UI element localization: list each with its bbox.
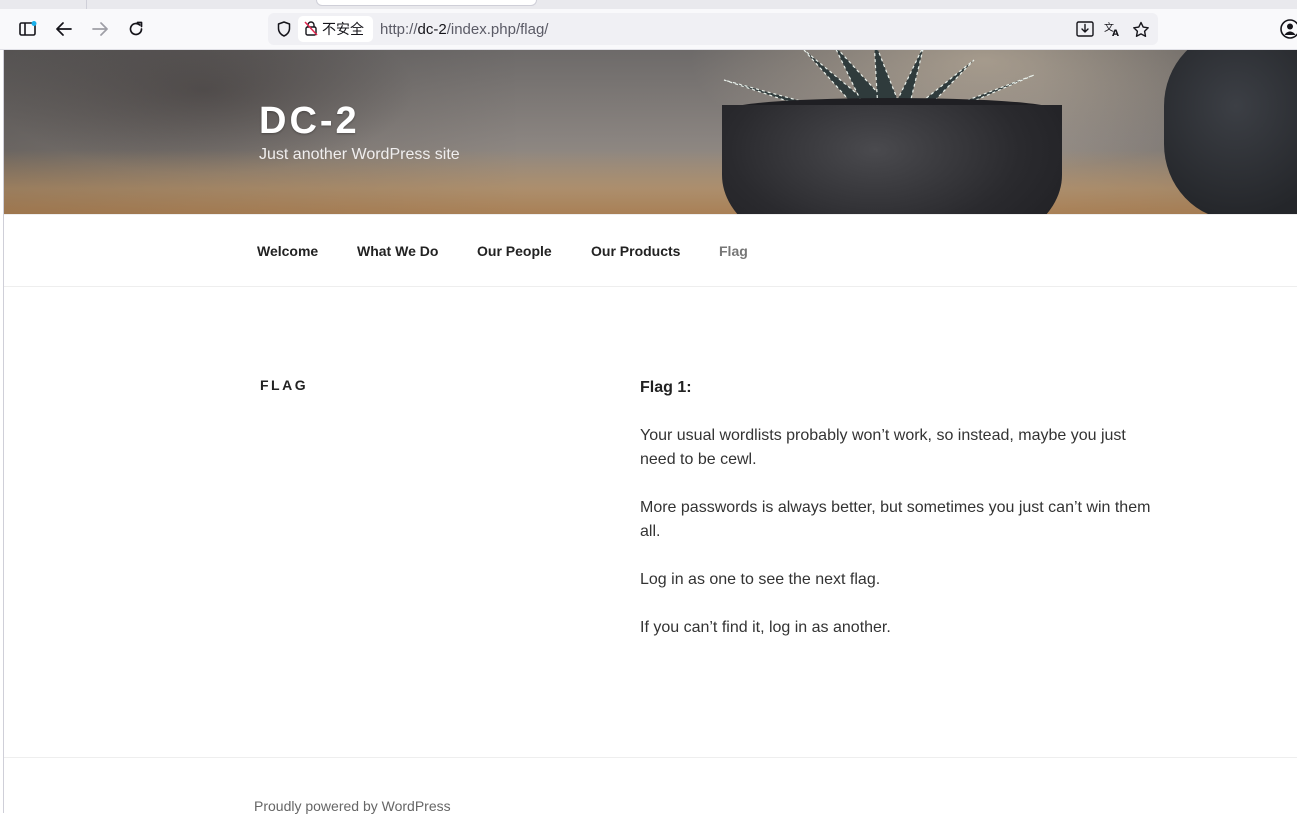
- nav-item-flag[interactable]: Flag: [719, 243, 748, 259]
- site-header-image: DC-2 Just another WordPress site: [4, 50, 1297, 214]
- forward-arrow-icon[interactable]: [86, 16, 114, 42]
- svg-text:A: A: [1112, 29, 1119, 37]
- nav-item-welcome[interactable]: Welcome: [257, 243, 318, 259]
- flag-heading: Flag 1:: [640, 379, 692, 396]
- paragraph: Your usual wordlists probably won’t work…: [640, 427, 1126, 468]
- site-description: Just another WordPress site: [259, 146, 460, 163]
- main-navigation: Welcome What We Do Our People Our Produc…: [4, 214, 1297, 287]
- background-pot: [1164, 50, 1297, 214]
- security-indicator[interactable]: 不安全: [298, 16, 373, 42]
- reload-icon[interactable]: [122, 16, 150, 42]
- security-label: 不安全: [322, 21, 364, 37]
- translate-icon[interactable]: 文 A: [1102, 17, 1124, 41]
- insecure-lock-icon: [304, 20, 318, 39]
- url-path: /index.php/flag/: [446, 20, 549, 38]
- paragraph: Log in as one to see the next flag.: [640, 571, 881, 588]
- tab-strip: [0, 0, 1297, 9]
- paragraph: More passwords is always better, but som…: [640, 499, 1151, 540]
- footer-credit-link[interactable]: Proudly powered by WordPress: [254, 798, 451, 814]
- browser-toolbar: 不安全 http://dc-2/index.php/flag/ 文 A: [0, 9, 1297, 50]
- sidebar-icon[interactable]: [14, 16, 42, 42]
- url-text[interactable]: http://dc-2/index.php/flag/: [380, 13, 548, 45]
- plant-pot: [722, 105, 1062, 214]
- page-title: FLAG: [260, 377, 309, 393]
- address-bar[interactable]: 不安全 http://dc-2/index.php/flag/ 文 A: [268, 13, 1158, 45]
- entry-content: Flag 1: Your usual wordlists probably wo…: [640, 376, 1160, 664]
- nav-item-our-products[interactable]: Our Products: [591, 243, 680, 259]
- footer-divider: [4, 757, 1297, 758]
- paragraph: If you can’t find it, log in as another.: [640, 619, 891, 636]
- tab-separator: [86, 0, 87, 9]
- tracking-protection-shield-icon[interactable]: [274, 19, 294, 39]
- back-arrow-icon[interactable]: [50, 16, 78, 42]
- site-title[interactable]: DC-2: [259, 100, 360, 143]
- url-host: dc-2: [417, 20, 447, 38]
- bookmark-star-icon[interactable]: [1130, 17, 1152, 41]
- save-to-pocket-icon[interactable]: [1074, 17, 1096, 41]
- nav-item-our-people[interactable]: Our People: [477, 243, 552, 259]
- active-tab[interactable]: [316, 0, 537, 6]
- nav-item-what-we-do[interactable]: What We Do: [357, 243, 438, 259]
- url-prefix: http://: [380, 20, 418, 38]
- account-icon[interactable]: [1278, 16, 1297, 42]
